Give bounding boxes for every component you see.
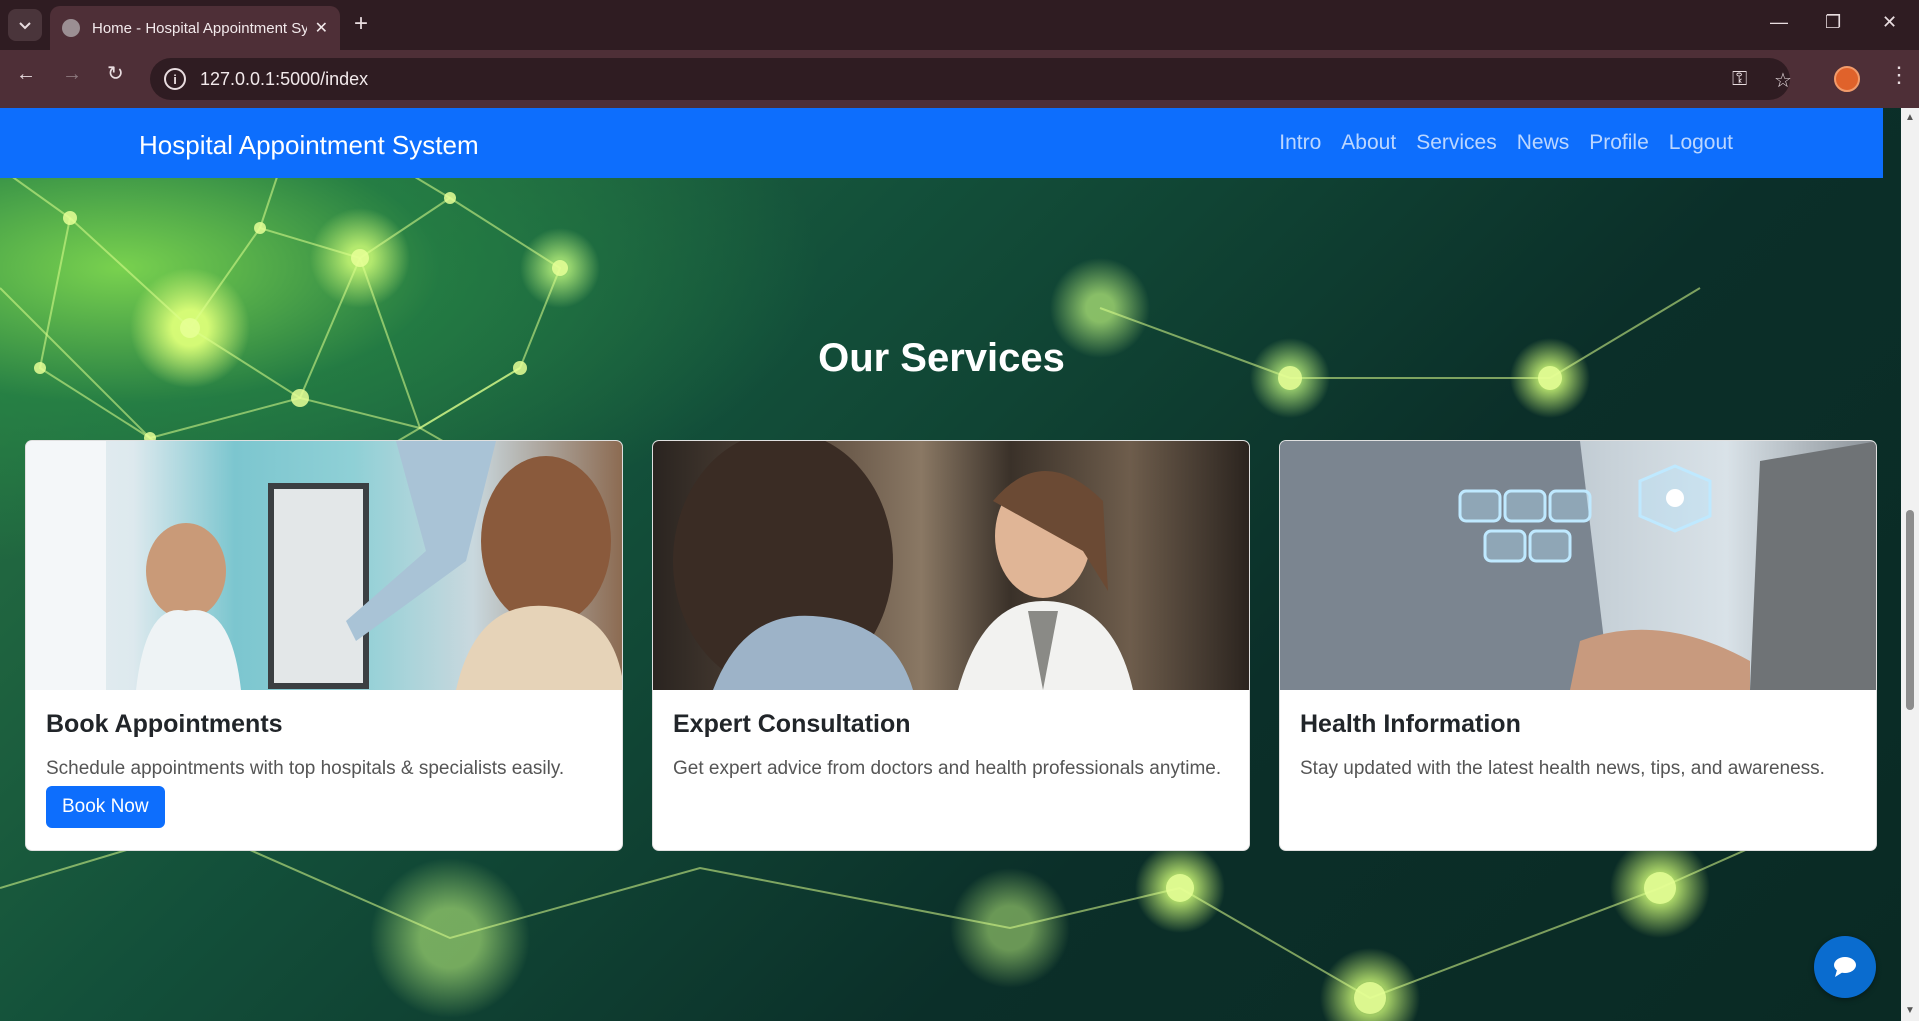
close-icon[interactable]: ✕ xyxy=(315,18,328,38)
site-brand[interactable]: Hospital Appointment System xyxy=(139,130,479,161)
service-card-expert-consultation: Expert Consultation Get expert advice fr… xyxy=(652,440,1250,851)
key-icon[interactable]: ⚿ xyxy=(1732,68,1747,91)
page-scrollbar[interactable]: ▲ ▼ xyxy=(1901,108,1919,1021)
nav-link-logout[interactable]: Logout xyxy=(1669,131,1733,155)
service-card-book-appointments: Book Appointments Schedule appointments … xyxy=(25,440,623,851)
browser-tab-active[interactable]: Home - Hospital Appointment System ✕ xyxy=(50,6,340,50)
restore-icon[interactable]: ❐ xyxy=(1825,12,1841,33)
card-title: Book Appointments xyxy=(46,710,283,738)
card-text: Get expert advice from doctors and healt… xyxy=(673,758,1222,779)
card-body: Expert Consultation Get expert advice fr… xyxy=(653,690,1249,804)
card-title: Health Information xyxy=(1300,710,1521,738)
address-bar[interactable]: i 127.0.0.1:5000/index ⚿ ☆ xyxy=(150,58,1792,100)
card-body: Book Appointments Schedule appointments … xyxy=(26,690,622,848)
info-icon[interactable]: i xyxy=(164,68,186,90)
section-title: Our Services xyxy=(818,336,1065,380)
browser-tab-bar: Home - Hospital Appointment System ✕ + —… xyxy=(0,0,1919,50)
page-viewport: Hospital Appointment System Intro About … xyxy=(0,108,1901,1021)
menu-icon[interactable]: ⋮ xyxy=(1888,64,1910,86)
nav-link-news[interactable]: News xyxy=(1517,131,1570,155)
card-image-consultation xyxy=(653,441,1249,690)
back-icon[interactable]: ← xyxy=(16,64,36,84)
tab-title: Home - Hospital Appointment System xyxy=(92,19,307,37)
card-title: Expert Consultation xyxy=(673,710,911,738)
star-icon[interactable]: ☆ xyxy=(1774,68,1792,93)
reload-icon[interactable]: ↻ xyxy=(107,64,124,84)
chat-button[interactable] xyxy=(1814,936,1876,998)
minimize-icon[interactable]: — xyxy=(1770,12,1788,33)
chevron-down-icon xyxy=(19,22,31,30)
card-image-doctor-patient xyxy=(26,441,622,690)
nav-link-intro[interactable]: Intro xyxy=(1279,131,1321,155)
site-navbar: Hospital Appointment System Intro About … xyxy=(0,108,1883,178)
close-window-icon[interactable]: ✕ xyxy=(1882,12,1897,33)
tab-search-button[interactable] xyxy=(8,9,42,41)
scroll-up-icon[interactable]: ▲ xyxy=(1905,112,1915,123)
profile-avatar[interactable] xyxy=(1834,66,1860,92)
globe-icon xyxy=(62,19,80,37)
nav-link-services[interactable]: Services xyxy=(1416,131,1497,155)
browser-toolbar: ← → ↻ i 127.0.0.1:5000/index ⚿ ☆ ⋮ xyxy=(0,50,1919,108)
card-image-digital-health xyxy=(1280,441,1876,690)
card-text: Schedule appointments with top hospitals… xyxy=(46,758,565,779)
book-now-button[interactable]: Book Now xyxy=(46,786,165,828)
nav-link-about[interactable]: About xyxy=(1341,131,1396,155)
site-nav-links: Intro About Services News Profile Logout xyxy=(1279,131,1733,155)
scroll-thumb[interactable] xyxy=(1906,510,1914,710)
url-text: 127.0.0.1:5000/index xyxy=(200,68,369,89)
forward-icon[interactable]: → xyxy=(62,64,82,84)
card-text: Stay updated with the latest health news… xyxy=(1300,758,1825,779)
chat-icon xyxy=(1834,957,1856,977)
service-card-health-information: Health Information Stay updated with the… xyxy=(1279,440,1877,851)
nav-link-profile[interactable]: Profile xyxy=(1589,131,1649,155)
new-tab-button[interactable]: + xyxy=(354,12,368,36)
scroll-down-icon[interactable]: ▼ xyxy=(1905,1005,1915,1016)
card-body: Health Information Stay updated with the… xyxy=(1280,690,1876,804)
